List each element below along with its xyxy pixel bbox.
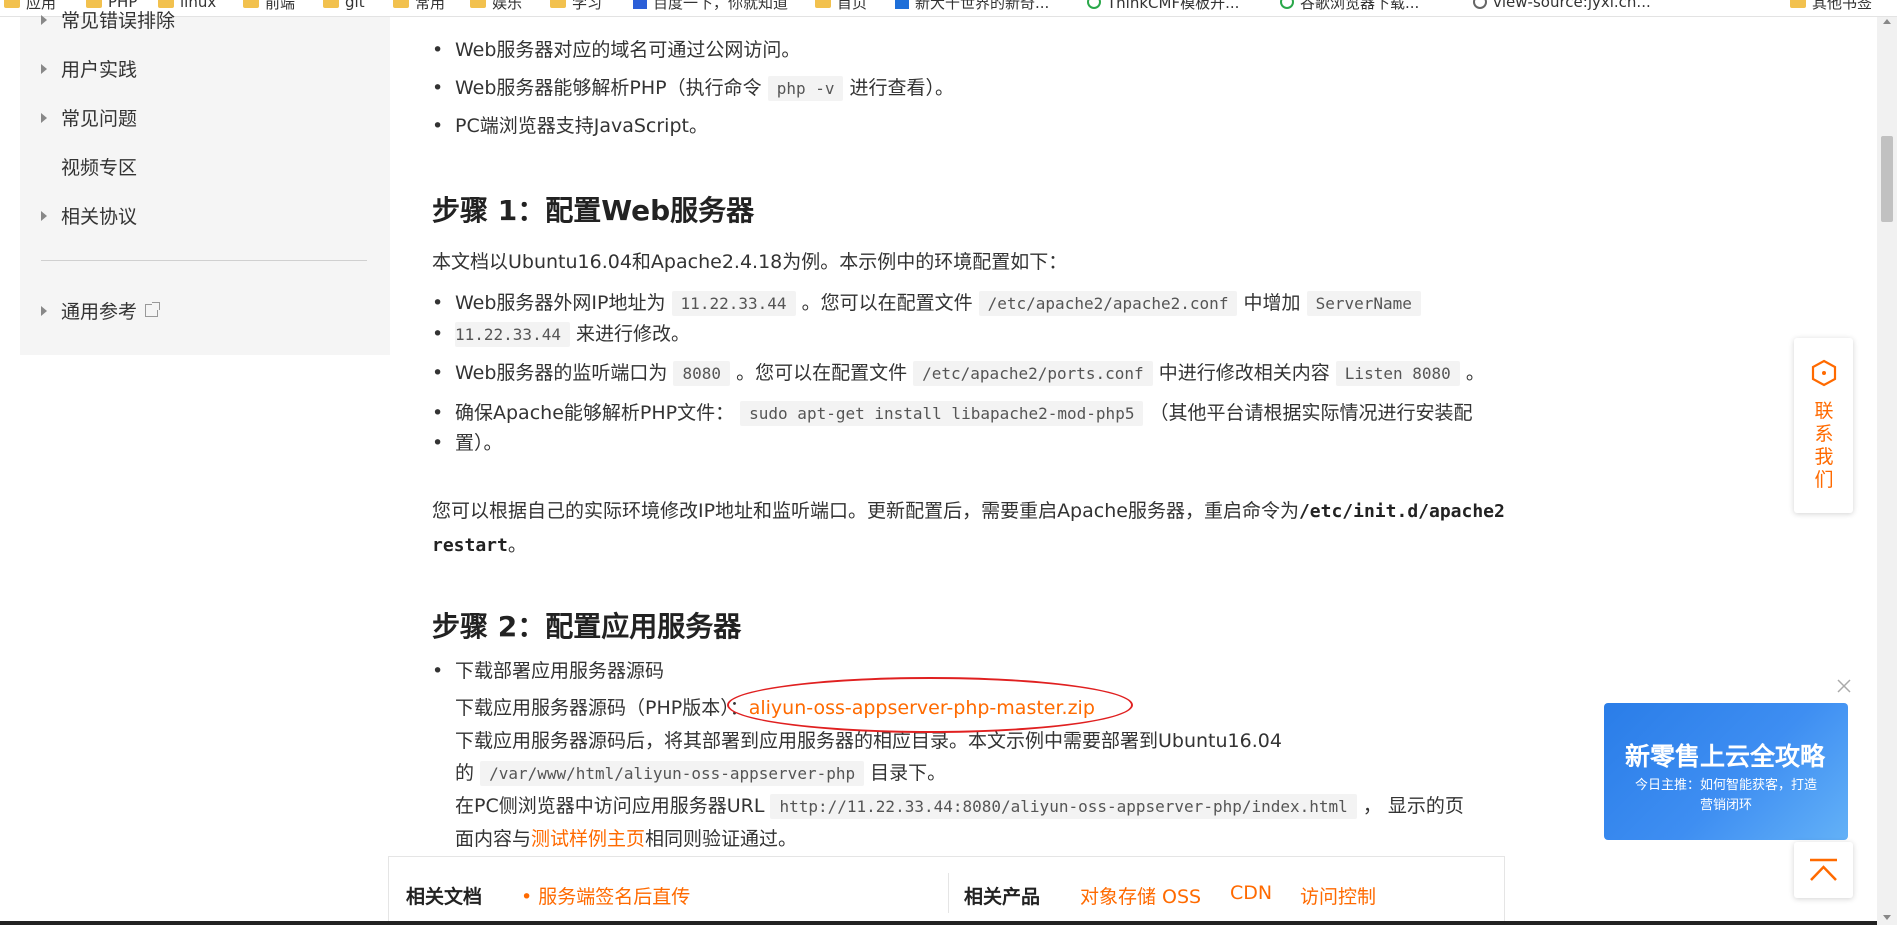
leaf-icon xyxy=(1280,0,1294,9)
sidebar-item-practice[interactable]: 用户实践 xyxy=(41,55,137,82)
list-item-continued: 置）。 xyxy=(432,428,503,459)
scroll-thumb[interactable] xyxy=(1881,136,1893,222)
expand-arrow-icon xyxy=(41,112,47,123)
step1-note: 您可以根据自己的实际环境修改IP地址和监听端口。更新配置后，需要重启Apache… xyxy=(432,500,1505,522)
promo-subtitle: 今日主推：如何智能获客，打造 营销闭环 xyxy=(1634,778,1817,813)
inline-code: Listen 8080 xyxy=(1335,361,1460,386)
bookmark-git[interactable]: git xyxy=(323,0,365,12)
inline-code: http://11.22.33.44:8080/aliyun-oss-appse… xyxy=(770,794,1357,819)
inline-code: /etc/apache2/apache2.conf xyxy=(978,291,1238,316)
window-bottom-edge xyxy=(0,921,1877,925)
inline-code: 8080 xyxy=(673,361,731,386)
folder-icon xyxy=(550,0,566,8)
list-item-continued: 11.22.33.44 来进行修改。 xyxy=(432,319,690,350)
paw-icon xyxy=(633,0,647,9)
vertical-scrollbar[interactable] xyxy=(1877,17,1897,925)
folder-icon xyxy=(393,0,409,8)
inline-code: /etc/apache2/ports.conf xyxy=(913,361,1153,386)
hexagon-icon xyxy=(1811,359,1837,387)
inline-code: php -v xyxy=(767,76,844,101)
list-item: Web服务器能够解析PHP（执行命令 php -v 进行查看）。 xyxy=(432,73,954,104)
product-link-ram[interactable]: 访问控制 xyxy=(1300,882,1376,909)
expand-arrow-icon xyxy=(41,305,47,316)
close-icon[interactable] xyxy=(1836,678,1852,694)
bookmark-frontend[interactable]: 前端 xyxy=(243,0,295,12)
back-to-top-button[interactable] xyxy=(1794,842,1853,898)
inline-code: /var/www/html/aliyun-oss-appserver-php xyxy=(480,761,865,786)
bookmark-baidu[interactable]: 百度一下，你就知道 xyxy=(633,0,788,12)
step1-intro: 本文档以Ubuntu16.04和Apache2.4.18为例。本示例中的环境配置… xyxy=(432,251,1068,273)
inline-code: 11.22.33.44 xyxy=(671,291,796,316)
bookmark-other[interactable]: 其他书签 xyxy=(1790,0,1872,12)
bookmark-home[interactable]: 首页 xyxy=(815,0,867,12)
bookmark-common[interactable]: 常用 xyxy=(393,0,445,12)
bookmark-news[interactable]: 新大千世界的新奇... xyxy=(895,0,1049,12)
bookmark-fun[interactable]: 娱乐 xyxy=(470,0,522,12)
globe-icon xyxy=(1473,0,1487,9)
list-item: Web服务器外网IP地址为 11.22.33.44 。您可以在配置文件 /etc… xyxy=(432,288,1421,319)
test-sample-link[interactable]: 测试样例主页 xyxy=(531,828,645,850)
arrow-up-icon xyxy=(1810,858,1837,881)
inline-code: ServerName xyxy=(1306,291,1421,316)
expand-arrow-icon xyxy=(41,63,47,74)
promo-title: 新零售上云全攻略 xyxy=(1625,742,1826,771)
list-item: 下载部署应用服务器源码 xyxy=(432,656,664,687)
sidebar-item-faq[interactable]: 常见问题 xyxy=(41,104,137,131)
list-item: Web服务器对应的域名可通过公网访问。 xyxy=(432,35,800,66)
step1-note-continued: restart。 xyxy=(432,534,527,556)
deploy-path-line: 的 /var/www/html/aliyun-oss-appserver-php… xyxy=(455,761,947,786)
related-doc-link[interactable]: • 服务端签名后直传 xyxy=(521,882,690,909)
bookmark-study[interactable]: 学习 xyxy=(550,0,602,12)
contact-us-label: 联 系 我 们 xyxy=(1814,400,1834,491)
annotation-ellipse xyxy=(727,677,1133,733)
bookmark-view-source[interactable]: view-source:jyxl.cn... xyxy=(1473,0,1651,12)
bookmark-thinkcmf[interactable]: ThinkCMF模板开... xyxy=(1087,0,1239,12)
apps-icon xyxy=(4,0,20,8)
list-item: PC端浏览器支持JavaScript。 xyxy=(432,111,708,142)
folder-icon xyxy=(243,0,259,8)
sidebar-divider xyxy=(41,260,367,261)
folder-icon xyxy=(1790,0,1806,8)
related-products-label: 相关产品 xyxy=(964,886,1041,908)
bookmarks-bar: 应用 PHP linux 前端 git 常用 娱乐 学习 百度一下，你就知道 首… xyxy=(0,0,1897,17)
verify-url-line: 在PC侧浏览器中访问应用服务器URL http://11.22.33.44:80… xyxy=(455,794,1464,819)
related-divider xyxy=(948,873,949,913)
list-item: 确保Apache能够解析PHP文件： sudo apt-get install … xyxy=(432,398,1473,429)
bookmark-chrome[interactable]: 谷歌浏览器下载... xyxy=(1280,0,1419,12)
sidebar-item-reference[interactable]: 通用参考 xyxy=(41,297,161,324)
expand-arrow-icon xyxy=(41,210,47,221)
leaf-icon xyxy=(1087,0,1101,9)
sidebar-item-agreements[interactable]: 相关协议 xyxy=(41,202,137,229)
sidebar-item-troubleshooting[interactable]: 常见错误排除 xyxy=(41,6,175,33)
news-icon xyxy=(895,0,909,9)
step2-heading: 步骤 2：配置应用服务器 xyxy=(432,610,742,643)
contact-us-button[interactable]: 联 系 我 们 xyxy=(1794,338,1853,513)
promo-banner[interactable]: 新零售上云全攻略 今日主推：如何智能获客，打造 营销闭环 xyxy=(1604,703,1848,840)
scroll-up-arrow-icon[interactable] xyxy=(1883,19,1891,24)
step1-heading: 步骤 1：配置Web服务器 xyxy=(432,194,755,227)
verify-line: 面内容与测试样例主页相同则验证通过。 xyxy=(455,828,798,850)
related-bar: 相关文档 • 服务端签名后直传 相关产品 对象存储 OSS CDN 访问控制 xyxy=(388,856,1505,925)
product-link-cdn[interactable]: CDN xyxy=(1230,882,1272,904)
inline-code: 11.22.33.44 xyxy=(455,322,570,347)
related-docs-label: 相关文档 xyxy=(406,886,483,908)
expand-arrow-icon xyxy=(41,14,47,25)
sidebar-item-videos[interactable]: 视频专区 xyxy=(41,153,137,180)
list-item: Web服务器的监听端口为 8080 。您可以在配置文件 /etc/apache2… xyxy=(432,358,1485,389)
external-link-icon xyxy=(145,302,161,317)
scroll-down-arrow-icon[interactable] xyxy=(1883,915,1891,920)
folder-icon xyxy=(323,0,339,8)
doc-sidebar: 常见错误排除 用户实践 常见问题 视频专区 相关协议 通用参考 xyxy=(20,10,390,355)
product-link-oss[interactable]: 对象存储 OSS xyxy=(1080,882,1201,909)
folder-icon xyxy=(815,0,831,8)
inline-code: sudo apt-get install libapache2-mod-php5 xyxy=(740,401,1144,426)
folder-icon xyxy=(470,0,486,8)
